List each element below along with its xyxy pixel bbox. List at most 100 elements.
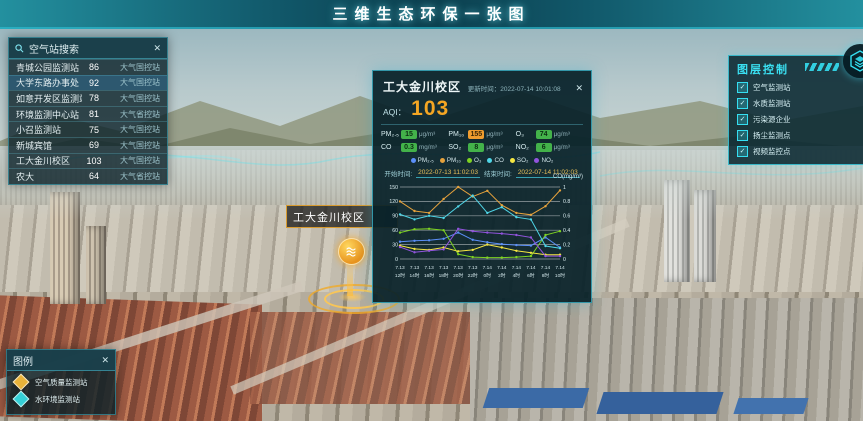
pollutant-label: NO₂ (516, 144, 534, 151)
station-list-item[interactable]: 工大金川校区 103 大气国控站 (9, 153, 167, 169)
station-aqi-value: 75 (82, 125, 106, 135)
station-aqi-value: 81 (82, 109, 106, 119)
chart-legend-item[interactable]: PM₁₀ (440, 157, 461, 164)
layer-label: 扬尘监测点 (753, 130, 791, 141)
end-time-label: 结束时间: (484, 168, 512, 178)
chart-legend: PM₂.₅ PM₁₀ O₃ CO (373, 154, 591, 165)
pollutant-reading: PM₁₀ 155 μg/m³ (448, 130, 515, 139)
svg-text:7.1312时: 7.1312时 (395, 265, 405, 279)
marker-beam (347, 262, 353, 296)
legend-dot-icon (510, 158, 515, 163)
station-list-item[interactable]: 大学东路办事处 92 大气国控站 (9, 75, 167, 91)
station-list-item[interactable]: 如意开发区监测站 78 大气国控站 (9, 90, 167, 106)
layer-toggle-item[interactable]: ✓ 污染源企业 (737, 114, 863, 125)
legend-label: CO (494, 157, 503, 164)
station-name: 工大金川校区 (16, 154, 82, 167)
svg-text:7.140时: 7.140时 (483, 265, 493, 279)
svg-text:7.1320时: 7.1320时 (453, 265, 463, 279)
pollutant-label: PM₂.₅ (381, 131, 399, 138)
station-aqi-value: 86 (82, 62, 106, 72)
legend-panel-header: 图例 ✕ (7, 350, 115, 371)
popup-header: 工大金川校区 更新时间：2022-07-14 10:01:08 ✕ (373, 71, 591, 97)
layer-control-panel: 图层控制 ✓ 空气监测站 ✓ 水质监测站 ✓ 污染源企业 (728, 55, 863, 165)
station-list-item[interactable]: 新城宾馆 69 大气国控站 (9, 137, 167, 153)
station-detail-popup: 工大金川校区 更新时间：2022-07-14 10:01:08 ✕ AQI： 1… (372, 70, 592, 303)
checkbox-checked-icon[interactable]: ✓ (737, 98, 748, 109)
station-list: 青城公园监测站 86 大气国控站 大学东路办事处 92 大气国控站 如意开发区监… (9, 59, 167, 184)
checkbox-checked-icon[interactable]: ✓ (737, 114, 748, 125)
station-name: 大学东路办事处 (16, 76, 82, 89)
close-icon[interactable]: ✕ (575, 84, 583, 93)
station-list-item[interactable]: 农大 64 大气省控站 (9, 168, 167, 184)
layer-toggle-item[interactable]: ✓ 空气监测站 (737, 82, 863, 93)
app: 工大金川校区 三维生态环保一张图 空气站搜索 ✕ 青城公园监测站 86 大气国控… (0, 0, 863, 421)
station-aqi-value: 103 (82, 156, 106, 166)
layer-list: ✓ 空气监测站 ✓ 水质监测站 ✓ 污染源企业 ✓ 扬尘监测点 (737, 82, 863, 157)
layer-toggle-item[interactable]: ✓ 水质监测站 (737, 98, 863, 109)
station-type: 大气省控站 (106, 171, 160, 182)
legend-label: PM₁₀ (447, 157, 461, 164)
station-aqi-value: 64 (82, 171, 106, 181)
legend-label: NO₂ (541, 157, 553, 164)
pollutant-unit: μg/m³ (419, 131, 435, 138)
station-aqi-value: 92 (82, 78, 106, 88)
svg-text:150: 150 (389, 185, 398, 191)
close-icon[interactable]: ✕ (153, 44, 161, 53)
header-bar: 三维生态环保一张图 (0, 0, 863, 29)
station-list-item[interactable]: 青城公园监测站 86 大气国控站 (9, 59, 167, 75)
svg-text:90: 90 (392, 214, 398, 220)
legend-item: 水环境监测站 (7, 388, 115, 405)
legend-panel-title: 图例 (13, 353, 33, 368)
station-type: 大气国控站 (106, 155, 160, 166)
pollutant-reading: SO₂ 8 μg/m³ (448, 143, 515, 152)
layer-toggle-item[interactable]: ✓ 扬尘监测点 (737, 130, 863, 141)
svg-text:7.142时: 7.142时 (497, 265, 507, 279)
chart-legend-item[interactable]: O₃ (467, 157, 481, 164)
page-title: 三维生态环保一张图 (332, 3, 530, 24)
close-icon[interactable]: ✕ (101, 356, 109, 365)
divider (381, 124, 583, 125)
checkbox-checked-icon[interactable]: ✓ (737, 82, 748, 93)
pollutant-value-badge: 8 (468, 143, 484, 152)
checkbox-checked-icon[interactable]: ✓ (737, 146, 748, 157)
layer-label: 空气监测站 (753, 82, 791, 93)
svg-text:7.144时: 7.144时 (512, 265, 522, 279)
air-station-marker-icon (338, 238, 365, 265)
svg-text:7.1314时: 7.1314时 (409, 265, 419, 279)
pollutant-reading: CO 0.3 mg/m³ (381, 143, 448, 152)
chart-legend-item[interactable]: CO (487, 157, 503, 164)
station-aqi-value: 69 (82, 140, 106, 150)
station-name: 新城宾馆 (16, 139, 82, 152)
start-time-input[interactable]: 2022-07-13 11:02:03 (416, 169, 480, 178)
checkbox-checked-icon[interactable]: ✓ (737, 130, 748, 141)
legend-dot-icon (487, 158, 492, 163)
station-marker[interactable] (338, 238, 365, 265)
legend-item-label: 水环境监测站 (35, 394, 80, 405)
svg-text:0.2: 0.2 (563, 242, 570, 248)
station-name: 青城公园监测站 (16, 61, 82, 74)
pollutant-unit: μg/m³ (554, 131, 570, 138)
legend-dot-icon (411, 158, 416, 163)
pollutant-value-badge: 0.3 (401, 143, 417, 152)
pollutant-value-badge: 74 (536, 130, 552, 139)
svg-text:30: 30 (392, 242, 398, 248)
pollutant-reading: NO₂ 6 μg/m³ (516, 143, 583, 152)
station-list-item[interactable]: 小召监测站 75 大气国控站 (9, 121, 167, 137)
chart-legend-item[interactable]: NO₂ (534, 157, 553, 164)
aqi-label: AQI： (383, 106, 406, 118)
station-panel-title: 空气站搜索 (29, 41, 79, 56)
layer-toggle-item[interactable]: ✓ 视频监控点 (737, 146, 863, 157)
pollutant-unit: μg/m³ (554, 144, 570, 151)
legend-dot-icon (467, 158, 472, 163)
svg-text:0: 0 (563, 257, 566, 263)
legend-item-label: 空气质量监测站 (35, 377, 88, 388)
layer-label: 水质监测站 (753, 98, 791, 109)
layer-label: 视频监控点 (753, 146, 791, 157)
pollutant-grid: PM₂.₅ 15 μg/m³ PM₁₀ 155 μg/m³ O₃ 74 μg/m… (373, 128, 591, 154)
chart-legend-item[interactable]: PM₂.₅ (411, 157, 434, 164)
aqi-readout: AQI： 103 (373, 97, 591, 121)
layer-label: 污染源企业 (753, 114, 791, 125)
chart-legend-item[interactable]: SO₂ (510, 157, 529, 164)
svg-text:1: 1 (563, 185, 566, 191)
station-list-item[interactable]: 环境监测中心站 81 大气省控站 (9, 106, 167, 122)
